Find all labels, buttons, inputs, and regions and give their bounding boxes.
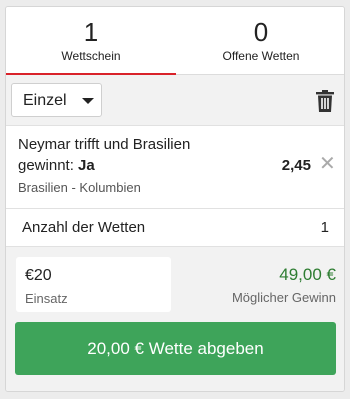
match-name: Brasilien - Kolumbien: [18, 180, 141, 195]
caret-down-icon: [82, 98, 94, 104]
tab-wettschein[interactable]: 1 Wettschein: [6, 7, 176, 76]
stake-label: Einsatz: [25, 291, 68, 306]
tab-label: Wettschein: [61, 49, 121, 63]
close-icon[interactable]: ✕: [319, 154, 336, 174]
selection-pick: Ja: [78, 157, 95, 174]
tab-count: 0: [253, 17, 269, 47]
selection-title: Neymar trifft und Brasilien: [18, 136, 191, 153]
tab-count: 1: [83, 17, 99, 47]
bet-count-label: Anzahl der Wetten: [22, 219, 146, 236]
stake-input[interactable]: €20 Einsatz: [16, 257, 171, 312]
bet-selection: Neymar trifft und Brasilien gewinnt: Ja …: [6, 125, 344, 209]
betslip-tabs: 1 Wettschein 0 Offene Wetten: [6, 7, 344, 76]
bet-type-value: Einzel: [23, 92, 67, 109]
betslip-panel: 1 Wettschein 0 Offene Wetten Einzel Neym…: [5, 6, 345, 392]
tab-label: Offene Wetten: [222, 49, 300, 63]
tab-offene-wetten[interactable]: 0 Offene Wetten: [176, 7, 344, 75]
place-bet-button[interactable]: 20,00 € Wette abgeben: [15, 322, 336, 375]
potential-win-label: Möglicher Gewinn: [231, 290, 336, 305]
selection-outcome-prefix: gewinnt:: [18, 157, 79, 174]
bet-count-row: Anzahl der Wetten 1: [6, 209, 344, 247]
trash-icon[interactable]: [316, 90, 334, 112]
selection-outcome: gewinnt: Ja: [18, 156, 95, 176]
stake-area: €20 Einsatz 49,00 € Möglicher Gewinn 20,…: [6, 247, 344, 391]
bet-type-select[interactable]: Einzel: [11, 83, 102, 117]
odds-value: 2,45: [281, 157, 311, 174]
stake-amount: €20: [25, 267, 52, 284]
betslip-toolbar: Einzel: [6, 75, 344, 125]
bet-count-value: 1: [320, 219, 329, 236]
potential-win-value: 49,00 €: [279, 265, 336, 284]
